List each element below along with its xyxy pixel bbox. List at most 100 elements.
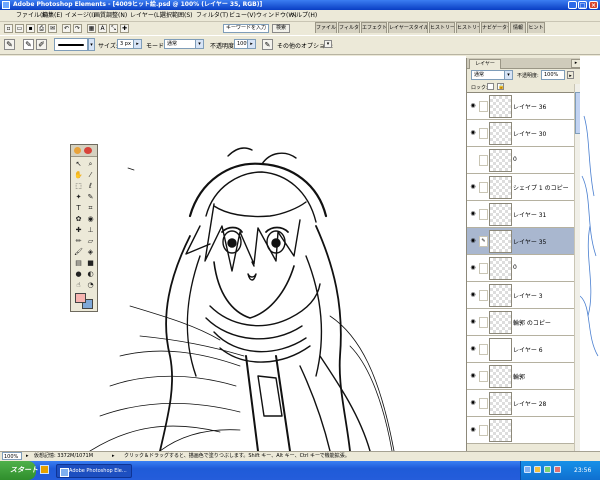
palette-tab-hints[interactable]: ヒント (527, 22, 545, 33)
email-icon[interactable]: ✉ (48, 24, 57, 33)
lock-transparent-icon[interactable] (487, 83, 494, 90)
status-menu-icon[interactable]: ▸ (112, 452, 117, 460)
lock-all-icon[interactable]: 🔒 (497, 83, 504, 90)
eye-visibility-icon[interactable]: ◉ (469, 209, 477, 218)
tray-app-icon[interactable] (554, 466, 561, 473)
layer-row[interactable]: ◉ 輪郭 (467, 363, 574, 390)
layer-row[interactable]: ◉ レイヤー 31 (467, 201, 574, 228)
tray-network-icon[interactable] (524, 466, 531, 473)
palette-tab-file[interactable]: ファイル (315, 22, 337, 33)
menu-enhance[interactable]: 画質調整(N) (92, 11, 129, 21)
eye-visibility-icon[interactable]: ◉ (469, 398, 477, 407)
shape-tool-icon[interactable]: ■ (85, 258, 96, 268)
open-icon[interactable]: ▭ (15, 24, 24, 33)
maximize-button[interactable]: □ (578, 1, 587, 9)
clone-stamp-tool-icon[interactable]: ⊥ (85, 225, 96, 235)
link-icon[interactable] (479, 209, 488, 220)
link-icon[interactable] (479, 290, 488, 301)
dodge-tool-icon[interactable]: ◔ (85, 280, 96, 290)
mode-select[interactable]: 通常 ▾ (164, 39, 204, 49)
layer-row[interactable]: 0 (467, 147, 574, 174)
blur-tool-icon[interactable]: ● (73, 269, 84, 279)
undo-icon[interactable]: ↶ (62, 24, 71, 33)
eye-visibility-icon[interactable]: ◉ (469, 263, 477, 272)
link-icon[interactable] (479, 182, 488, 193)
print-icon[interactable]: ⎙ (37, 24, 46, 33)
toolbox-header[interactable] (71, 145, 97, 157)
link-icon[interactable] (479, 398, 488, 409)
selection-brush-tool-icon[interactable]: ✎ (85, 192, 96, 202)
zoom-tool-icon[interactable]: ⌕ (85, 159, 96, 169)
brush-preset-picker[interactable] (54, 38, 88, 51)
help-search-button[interactable]: 検索 (272, 24, 290, 33)
browser-icon[interactable]: ▦ (87, 24, 96, 33)
menu-filter[interactable]: フィルタ(T) (194, 11, 230, 21)
pencil-tool-icon[interactable]: ✏ (73, 236, 84, 246)
menu-help[interactable]: ヘルプ(H) (288, 11, 319, 21)
move-tool-icon[interactable]: ↖ (73, 159, 84, 169)
layer-row[interactable]: ◉ レイヤー 6 (467, 336, 574, 363)
type-tool-icon[interactable]: T (73, 203, 84, 213)
eye-visibility-icon[interactable]: ◉ (469, 182, 477, 191)
eye-visibility-icon[interactable]: ◉ (469, 236, 477, 245)
palette-tab-navigator[interactable]: ナビゲーター (481, 22, 509, 33)
minimize-button[interactable]: _ (568, 1, 577, 9)
link-icon[interactable] (479, 128, 488, 139)
eye-visibility-icon[interactable]: ◉ (469, 425, 477, 434)
text-icon[interactable]: A (98, 24, 107, 33)
brush-tool-icon[interactable]: 🖌 (73, 247, 84, 257)
eye-visibility-icon[interactable]: ◉ (469, 344, 477, 353)
crop-tool-icon[interactable]: ⌗ (85, 203, 96, 213)
taskbar-photoshop-button[interactable]: Adobe Photoshop Ele... (56, 464, 132, 478)
tray-volume-icon[interactable] (534, 466, 541, 473)
opacity-field[interactable]: 100% ▸ (234, 39, 256, 49)
redo-icon[interactable]: ↷ (73, 24, 82, 33)
menu-edit[interactable]: 編集(E) (40, 11, 64, 21)
link-icon[interactable] (479, 425, 488, 436)
layer-row[interactable]: ◉ レイヤー 3 (467, 282, 574, 309)
brush-tool-icon[interactable]: ✎ (4, 39, 15, 50)
magic-wand-tool-icon[interactable]: ✦ (73, 192, 84, 202)
blend-mode-select[interactable]: 通常 ▾ (471, 70, 513, 80)
more-options-dropdown-icon[interactable]: ▾ (324, 40, 332, 48)
quickfix-icon[interactable]: ✚ (120, 24, 129, 33)
new-file-icon[interactable]: ▫ (4, 24, 13, 33)
menu-select[interactable]: 選択範囲(S) (158, 11, 195, 21)
eyedropper-tool-icon[interactable]: ⁄ (85, 170, 96, 180)
smudge-tool-icon[interactable]: ☝ (73, 280, 84, 290)
palette-tab-layer-styles[interactable]: レイヤースタイル (388, 22, 428, 33)
layer-opacity-slider-icon[interactable]: ▸ (567, 71, 574, 79)
link-icon[interactable] (479, 344, 488, 355)
eye-visibility-icon[interactable] (469, 155, 477, 164)
layer-row[interactable]: ◉ レイヤー 28 (467, 390, 574, 417)
status-arrow-icon[interactable]: ▸ (26, 452, 31, 460)
eraser-tool-icon[interactable]: ▱ (85, 236, 96, 246)
link-icon[interactable] (479, 155, 488, 166)
paint-bucket-tool-icon[interactable]: ◈ (85, 247, 96, 257)
healing-brush-tool-icon[interactable]: ✚ (73, 225, 84, 235)
resize-icon[interactable]: ⤡ (109, 24, 118, 33)
link-icon[interactable] (479, 101, 488, 112)
more-options-icon[interactable]: ✎ (262, 39, 273, 50)
link-icon[interactable] (479, 317, 488, 328)
layer-opacity-field[interactable]: 100% (541, 70, 565, 80)
layer-row[interactable]: ◉ 輪郭 のコピー (467, 309, 574, 336)
brush-active-icon[interactable]: ✎ (479, 236, 488, 247)
foreground-color-swatch[interactable] (75, 293, 86, 303)
palette-tab-effects[interactable]: エフェクト (361, 22, 387, 33)
brush-mode-icon[interactable]: ✎ (23, 39, 34, 50)
eye-visibility-icon[interactable]: ◉ (469, 317, 477, 326)
airbrush-icon[interactable]: ✐ (36, 39, 47, 50)
brush-preset-dropdown-icon[interactable]: ▾ (88, 38, 95, 51)
palette-tab-info[interactable]: 情報 (510, 22, 526, 33)
layer-row[interactable]: ◉ ✎ レイヤー 35 (467, 228, 574, 255)
quick-launch-icon[interactable] (40, 465, 49, 474)
second-document-edge[interactable] (580, 56, 600, 451)
size-field[interactable]: 3 px ▸ (117, 39, 142, 49)
layers-tab[interactable]: レイヤー (469, 59, 501, 69)
tray-security-icon[interactable] (544, 466, 551, 473)
layer-row[interactable]: ◉ シェイプ 1 のコピー (467, 174, 574, 201)
link-icon[interactable] (479, 371, 488, 382)
eye-visibility-icon[interactable]: ◉ (469, 290, 477, 299)
red-eye-tool-icon[interactable]: ◉ (85, 214, 96, 224)
